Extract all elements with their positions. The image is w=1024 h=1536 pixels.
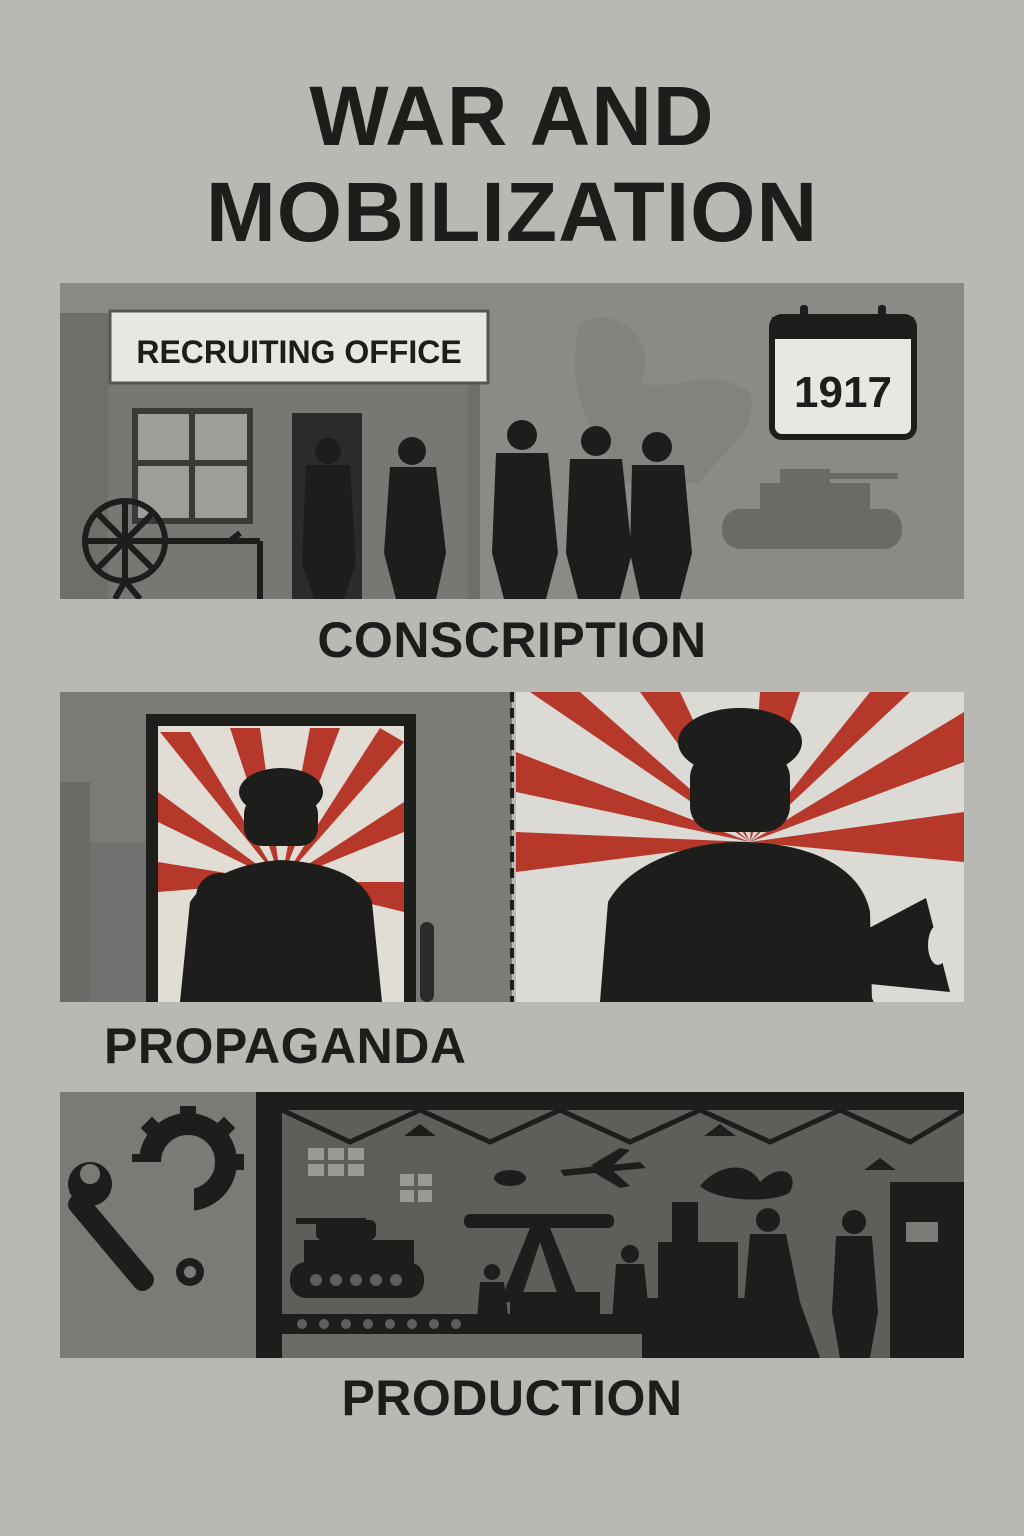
page-title: WAR AND MOBILIZATION bbox=[0, 68, 1024, 260]
conscription-caption: CONSCRIPTION bbox=[317, 612, 707, 668]
page-title-line-1: WAR AND bbox=[309, 69, 715, 163]
propaganda-panel bbox=[60, 692, 964, 1002]
page-title-line-2: MOBILIZATION bbox=[205, 165, 819, 259]
calendar-year: 1917 bbox=[794, 368, 892, 417]
propaganda-caption: PROPAGANDA bbox=[104, 1018, 467, 1074]
production-panel bbox=[60, 1092, 964, 1358]
sign-text: RECRUITING OFFICE bbox=[136, 334, 461, 370]
conscription-panel: RECRUITING OFFICE 1917 bbox=[60, 283, 964, 599]
production-caption: PRODUCTION bbox=[341, 1370, 683, 1426]
